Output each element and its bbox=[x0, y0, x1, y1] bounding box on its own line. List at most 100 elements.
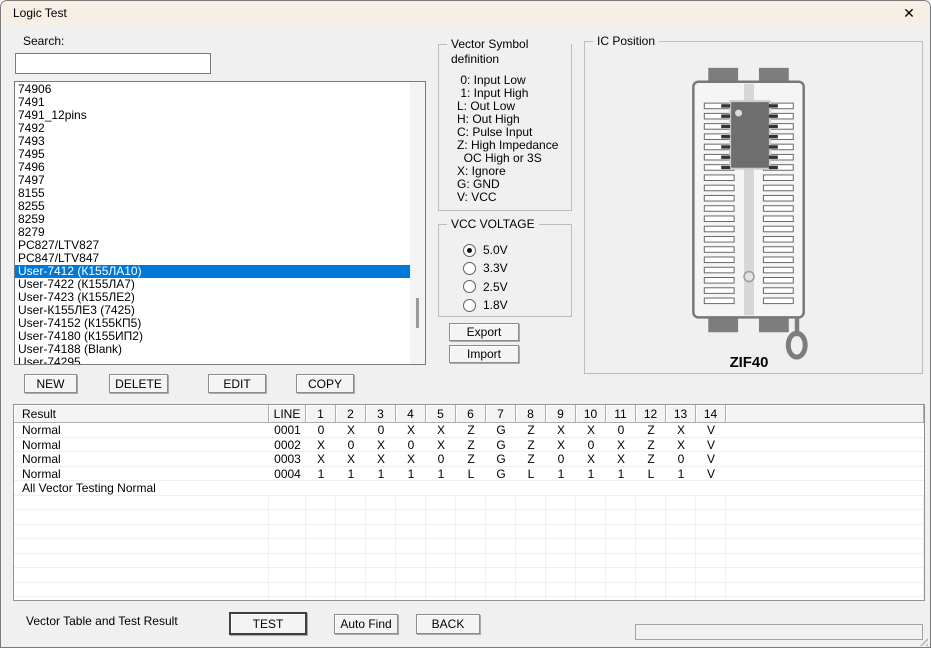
table-cell bbox=[606, 568, 636, 583]
list-item[interactable]: User-74180 (К155ИП2) bbox=[15, 330, 425, 343]
table-cell bbox=[269, 583, 306, 598]
table-cell bbox=[396, 481, 426, 496]
vcc-radio-5.0V[interactable]: 5.0V bbox=[463, 243, 508, 257]
list-item[interactable]: User-74295 bbox=[15, 356, 425, 365]
test-button[interactable]: TEST bbox=[229, 612, 307, 635]
list-item[interactable]: 7497 bbox=[15, 174, 425, 187]
vcc-radio-3.3V[interactable]: 3.3V bbox=[463, 261, 508, 275]
column-header[interactable]: 14 bbox=[696, 405, 726, 423]
export-button[interactable]: Export bbox=[449, 323, 519, 341]
new-button[interactable]: NEW bbox=[24, 374, 77, 393]
column-header[interactable]: 2 bbox=[336, 405, 366, 423]
chip-pin bbox=[721, 166, 730, 169]
list-item[interactable]: 8155 bbox=[15, 187, 425, 200]
list-item[interactable]: 7495 bbox=[15, 148, 425, 161]
list-item[interactable]: 8279 bbox=[15, 226, 425, 239]
table-row[interactable] bbox=[14, 568, 924, 583]
table-cell bbox=[456, 481, 486, 496]
table-cell: X bbox=[366, 452, 396, 467]
pin-slot bbox=[763, 267, 793, 273]
edit-button[interactable]: EDIT bbox=[208, 374, 266, 393]
table-cell bbox=[516, 525, 546, 540]
column-header[interactable]: Result bbox=[14, 405, 269, 423]
column-header[interactable]: 9 bbox=[546, 405, 576, 423]
back-button[interactable]: BACK bbox=[416, 614, 480, 634]
table-cell: Z bbox=[516, 452, 546, 467]
copy-button[interactable]: COPY bbox=[296, 374, 354, 393]
import-button[interactable]: Import bbox=[449, 345, 519, 363]
list-item[interactable]: 7491_12pins bbox=[15, 109, 425, 122]
list-item[interactable]: User-7423 (К155ЛЕ2) bbox=[15, 291, 425, 304]
vcc-radio-1.8V[interactable]: 1.8V bbox=[463, 298, 508, 312]
table-cell bbox=[366, 568, 396, 583]
delete-button[interactable]: DELETE bbox=[109, 374, 168, 393]
list-item[interactable]: 8259 bbox=[15, 213, 425, 226]
table-body: Normal00010X0XXZGZXX0ZXVNormal0002X0X0XZ… bbox=[14, 423, 924, 601]
auto-find-button[interactable]: Auto Find bbox=[334, 614, 398, 634]
table-cell: X bbox=[546, 438, 576, 453]
column-header[interactable]: 11 bbox=[606, 405, 636, 423]
list-item[interactable]: User-7422 (К155ЛА7) bbox=[15, 278, 425, 291]
table-row[interactable]: Normal000411111LGL111L1V bbox=[14, 467, 924, 482]
table-row[interactable]: All Vector Testing Normal bbox=[14, 481, 924, 496]
column-header[interactable]: 13 bbox=[666, 405, 696, 423]
vcc-voltage-panel: VCC VOLTAGE 5.0V3.3V2.5V1.8V bbox=[438, 224, 572, 317]
scrollbar-thumb[interactable] bbox=[416, 298, 419, 328]
table-row[interactable]: Normal00010X0XXZGZXX0ZXV bbox=[14, 423, 924, 438]
table-row[interactable] bbox=[14, 583, 924, 598]
table-row[interactable]: Normal0002X0X0XZGZX0XZXV bbox=[14, 438, 924, 453]
table-cell bbox=[516, 554, 546, 569]
list-item[interactable]: 8255 bbox=[15, 200, 425, 213]
list-item[interactable]: 7496 bbox=[15, 161, 425, 174]
table-cell bbox=[336, 583, 366, 598]
table-cell bbox=[726, 481, 924, 496]
vcc-radio-2.5V[interactable]: 2.5V bbox=[463, 280, 508, 294]
pin-slot bbox=[704, 175, 734, 181]
list-item[interactable]: User-7412 (К155ЛА10) bbox=[15, 265, 411, 278]
list-item[interactable]: PC827/LTV827 bbox=[15, 239, 425, 252]
table-cell bbox=[486, 568, 516, 583]
list-item[interactable]: 74906 bbox=[15, 83, 425, 96]
list-item[interactable]: 7492 bbox=[15, 122, 425, 135]
list-scrollbar[interactable] bbox=[410, 82, 425, 364]
table-row[interactable] bbox=[14, 539, 924, 554]
list-item[interactable]: User-74188 (Blank) bbox=[15, 343, 425, 356]
column-header[interactable]: 3 bbox=[366, 405, 396, 423]
table-row[interactable]: Normal0003XXXX0ZGZ0XXZ0V bbox=[14, 452, 924, 467]
table-row[interactable] bbox=[14, 554, 924, 569]
list-item[interactable]: 7491 bbox=[15, 96, 425, 109]
list-item[interactable]: PC847/LTV847 bbox=[15, 252, 425, 265]
table-cell bbox=[726, 554, 924, 569]
table-row[interactable] bbox=[14, 496, 924, 511]
list-item[interactable]: 7493 bbox=[15, 135, 425, 148]
column-header[interactable]: 10 bbox=[576, 405, 606, 423]
pin-slot bbox=[763, 257, 793, 263]
table-cell bbox=[486, 481, 516, 496]
column-header[interactable]: 6 bbox=[456, 405, 486, 423]
chip-listbox[interactable]: 7490674917491_12pins74927493749574967497… bbox=[14, 81, 426, 365]
column-header[interactable]: 7 bbox=[486, 405, 516, 423]
table-row[interactable] bbox=[14, 597, 924, 601]
chip-pin bbox=[721, 145, 730, 148]
column-header[interactable]: 12 bbox=[636, 405, 666, 423]
list-item[interactable]: User-К155ЛЕ3 (7425) bbox=[15, 304, 425, 317]
column-header[interactable]: 5 bbox=[426, 405, 456, 423]
resize-grip[interactable] bbox=[917, 635, 928, 646]
close-icon[interactable]: ✕ bbox=[894, 1, 924, 25]
column-header[interactable]: LINE bbox=[269, 405, 306, 423]
table-cell bbox=[306, 539, 336, 554]
table-cell bbox=[269, 496, 306, 511]
column-header[interactable]: 4 bbox=[396, 405, 426, 423]
table-cell: X bbox=[366, 438, 396, 453]
table-row[interactable] bbox=[14, 510, 924, 525]
column-header[interactable]: 1 bbox=[306, 405, 336, 423]
search-input[interactable] bbox=[15, 53, 211, 74]
table-row[interactable] bbox=[14, 525, 924, 540]
table-cell: X bbox=[666, 438, 696, 453]
table-cell: 0 bbox=[336, 438, 366, 453]
table-cell bbox=[396, 597, 426, 601]
table-cell bbox=[269, 568, 306, 583]
column-header[interactable] bbox=[726, 405, 924, 423]
column-header[interactable]: 8 bbox=[516, 405, 546, 423]
list-item[interactable]: User-74152 (К155КП5) bbox=[15, 317, 425, 330]
